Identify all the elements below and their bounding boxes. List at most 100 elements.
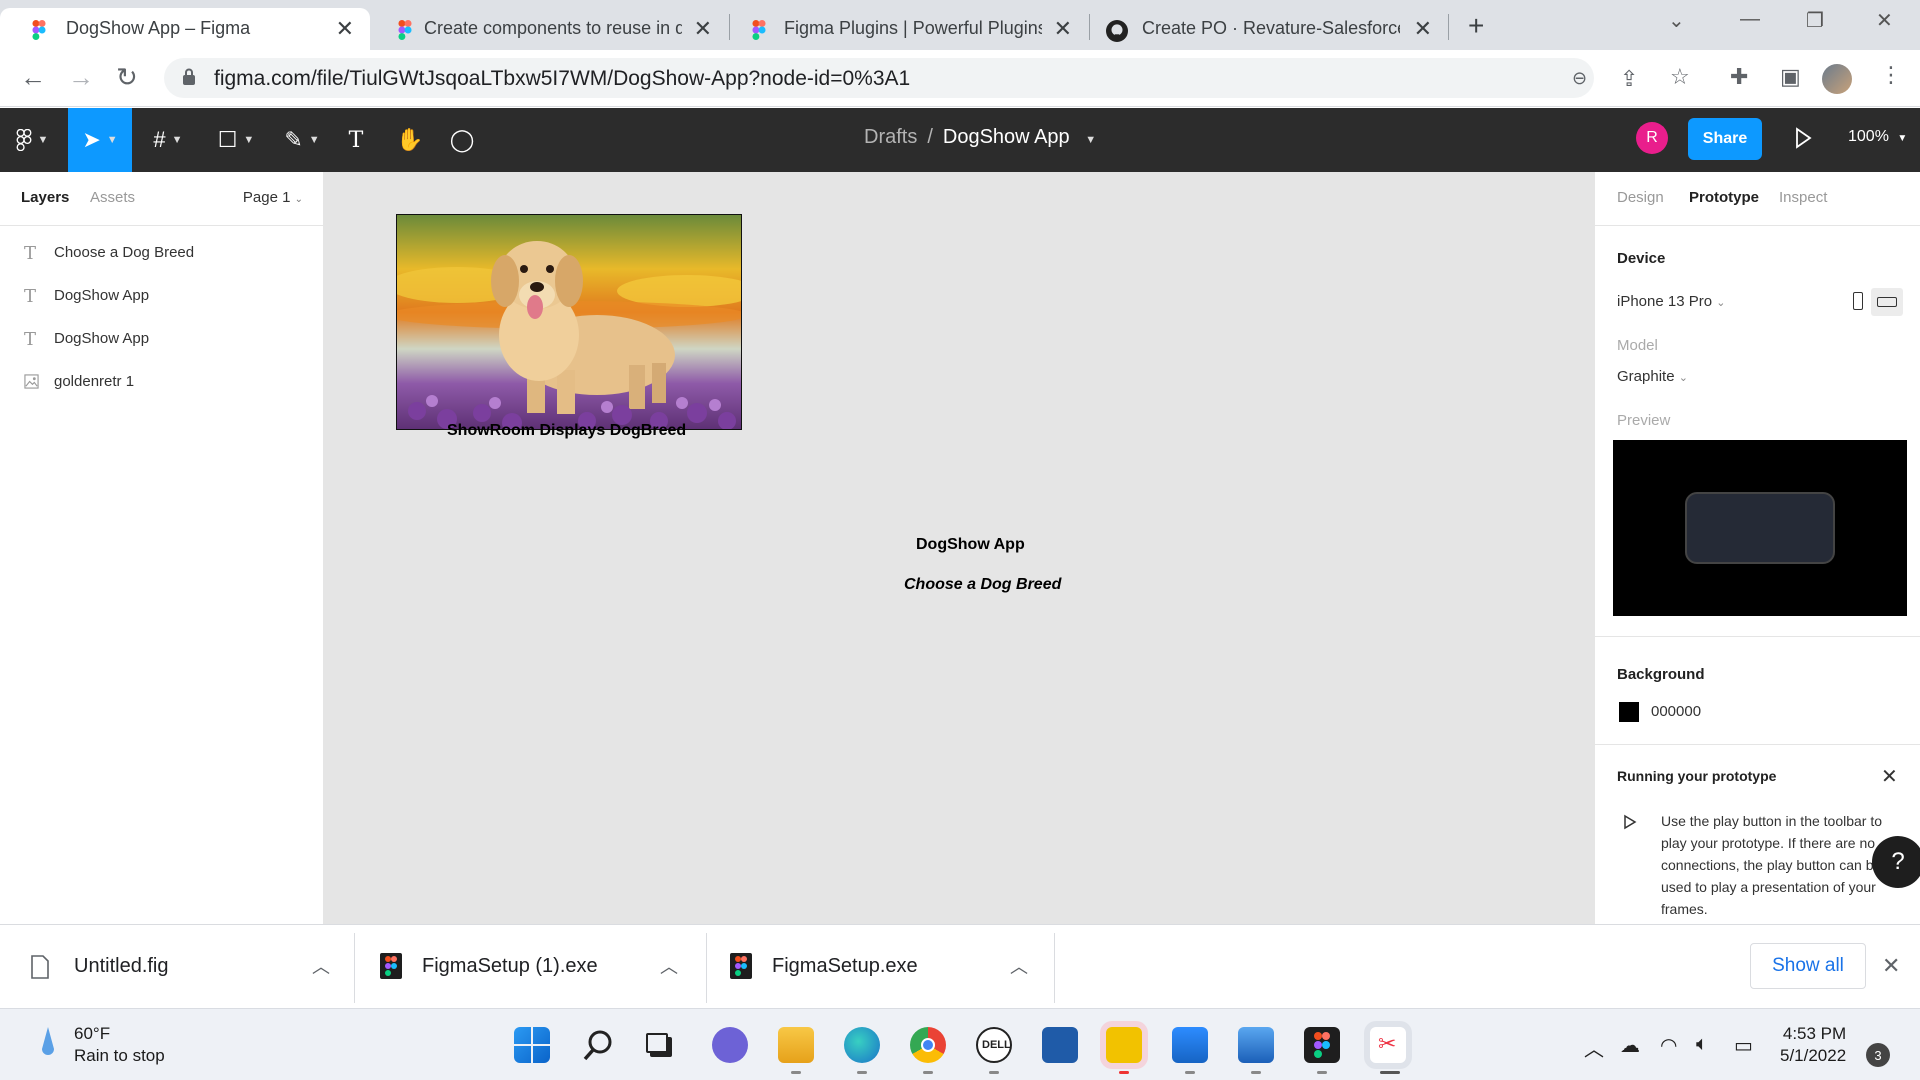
shape-tool-button[interactable]: ☐ ▼ (204, 108, 268, 172)
user-avatar[interactable]: R (1636, 122, 1668, 154)
tab-prototype[interactable]: Prototype (1689, 189, 1759, 206)
text-layer-icon: T (24, 286, 37, 307)
download-item[interactable]: Untitled.fig ︿ (0, 925, 352, 1009)
chevron-down-icon[interactable]: ▼ (1085, 134, 1096, 146)
mail-icon[interactable] (1172, 1027, 1208, 1063)
chevron-up-icon[interactable]: ︿ (1010, 953, 1028, 979)
show-hidden-icons-chevron[interactable]: ︿ (1584, 1033, 1604, 1062)
text-tool-button[interactable]: T (334, 108, 378, 172)
background-color-swatch[interactable] (1619, 702, 1639, 722)
extensions-puzzle-icon[interactable]: ✚ (1730, 64, 1748, 90)
close-downloads-icon[interactable]: ✕ (1882, 953, 1900, 979)
close-tab-icon[interactable]: ✕ (336, 16, 354, 42)
minimize-icon[interactable]: — (1740, 8, 1760, 31)
tab-layers[interactable]: Layers (21, 189, 69, 206)
show-all-button[interactable]: Show all (1750, 943, 1866, 989)
task-view-icon[interactable] (644, 1027, 680, 1063)
onedrive-cloud-icon[interactable]: ☁ (1620, 1033, 1640, 1058)
tab-design[interactable]: Design (1617, 189, 1664, 206)
help-button[interactable]: ? (1872, 836, 1920, 888)
present-play-icon[interactable] (1792, 125, 1814, 151)
search-icon[interactable] (580, 1027, 616, 1063)
photos-icon[interactable] (1238, 1027, 1274, 1063)
browser-tab-github[interactable]: Create PO · Revature-Salesforce- ✕ (1092, 8, 1448, 50)
microsoft-store-icon[interactable] (1042, 1027, 1078, 1063)
restore-icon[interactable]: ❐ (1806, 8, 1824, 33)
chevron-down-icon: ▼ (37, 134, 49, 146)
chevron-up-icon[interactable]: ︿ (312, 953, 330, 979)
golden-retriever-image[interactable] (396, 214, 742, 430)
browser-tab-figma-plugins[interactable]: Figma Plugins | Powerful Plugins ✕ (732, 8, 1088, 50)
close-tab-icon[interactable]: ✕ (1054, 16, 1072, 42)
weather-widget[interactable]: 60°F Rain to stop (74, 1023, 165, 1067)
layer-row[interactable]: T DogShow App (0, 274, 323, 317)
battery-icon[interactable]: ▭ (1734, 1033, 1753, 1058)
windows-start-icon[interactable] (514, 1027, 550, 1063)
background-hex[interactable]: 000000 (1651, 703, 1701, 720)
browser-menu-icon[interactable]: ⋮ (1880, 62, 1902, 88)
landscape-orientation-button[interactable] (1871, 288, 1903, 316)
close-window-icon[interactable]: ✕ (1876, 8, 1893, 33)
side-panel-icon[interactable]: ▣ (1780, 64, 1801, 90)
close-tab-icon[interactable]: ✕ (1414, 16, 1432, 42)
tab-search-chevron-icon[interactable]: ⌄ (1668, 8, 1685, 33)
close-tab-icon[interactable]: ✕ (694, 16, 712, 42)
tab-assets[interactable]: Assets (90, 189, 135, 206)
bookmark-star-icon[interactable]: ☆ (1670, 64, 1690, 90)
download-item[interactable]: FigmaSetup.exe ︿ (708, 925, 1054, 1009)
close-icon[interactable]: ✕ (1881, 764, 1898, 789)
layer-row[interactable]: T Choose a Dog Breed (0, 231, 323, 274)
move-tool-button[interactable]: ➤ ▼ (68, 108, 132, 172)
profile-avatar[interactable] (1822, 64, 1852, 94)
layer-row[interactable]: goldenretr 1 (0, 360, 323, 403)
wifi-icon[interactable]: ◠ (1660, 1033, 1677, 1058)
notification-count-badge[interactable]: 3 (1866, 1043, 1890, 1067)
device-select[interactable]: iPhone 13 Pro ⌄ (1617, 293, 1725, 310)
frame-tool-button[interactable]: # ▼ (136, 108, 200, 172)
omnibox[interactable]: figma.com/file/TiulGWtJsqoaLTbxw5I7WM/Do… (164, 58, 1594, 98)
forward-arrow-icon[interactable]: → (68, 62, 94, 93)
pen-tool-button[interactable]: ✎ ▼ (270, 108, 334, 172)
browser-tab-components[interactable]: Create components to reuse in d ✕ (374, 8, 728, 50)
comment-tool-button[interactable]: ◯ (440, 108, 484, 172)
browser-tab-figma-dogshow[interactable]: DogShow App – Figma ✕ (0, 8, 370, 50)
share-button[interactable]: Share (1688, 118, 1762, 160)
design-canvas[interactable]: ShowRoom Displays DogBreed DogShow App C… (324, 172, 1594, 924)
figma-installer-icon (380, 953, 402, 979)
figma-app-icon[interactable] (1304, 1027, 1340, 1063)
download-item[interactable]: FigmaSetup (1).exe ︿ (356, 925, 706, 1009)
teams-chat-icon[interactable] (712, 1027, 748, 1063)
chrome-browser-icon[interactable] (910, 1027, 946, 1063)
volume-icon[interactable]: 🔈︎ (1696, 1033, 1708, 1056)
tab-title: Figma Plugins | Powerful Plugins (784, 18, 1042, 38)
hand-tool-button[interactable]: ✋ (388, 108, 432, 172)
file-name[interactable]: DogShow App (943, 126, 1070, 148)
dell-icon[interactable]: DELL (976, 1027, 1012, 1063)
reload-icon[interactable]: ↻ (116, 62, 138, 93)
page-selector[interactable]: Page 1 ⌄ (243, 189, 303, 206)
system-clock[interactable]: 4:53 PM 5/1/2022 (1780, 1023, 1846, 1067)
chevron-up-icon[interactable]: ︿ (660, 953, 678, 979)
figma-main-menu-button[interactable]: ▼ (0, 108, 64, 172)
new-tab-plus-icon[interactable]: + (1468, 10, 1484, 42)
canvas-caption[interactable]: ShowRoom Displays DogBreed (447, 422, 686, 440)
zoom-level[interactable]: 100% ▼ (1848, 128, 1907, 146)
file-explorer-icon[interactable] (778, 1027, 814, 1063)
back-arrow-icon[interactable]: ← (20, 62, 46, 93)
snipping-tool-icon[interactable]: ✂ (1370, 1027, 1406, 1063)
breadcrumb-drafts[interactable]: Drafts (864, 126, 917, 148)
page-name: Page 1 (242, 189, 291, 206)
canvas-subtitle[interactable]: Choose a Dog Breed (904, 576, 1061, 594)
canvas-app-title[interactable]: DogShow App (916, 536, 1025, 554)
tab-inspect[interactable]: Inspect (1779, 189, 1827, 206)
norton-security-icon[interactable] (1106, 1027, 1142, 1063)
rain-weather-icon[interactable] (38, 1023, 58, 1063)
zoom-out-icon[interactable]: ⊖ (1572, 68, 1587, 89)
model-select[interactable]: Graphite ⌄ (1617, 368, 1688, 385)
tab-separator (1089, 14, 1090, 40)
layer-row[interactable]: T DogShow App (0, 317, 323, 360)
edge-browser-icon[interactable] (844, 1027, 880, 1063)
share-page-icon[interactable]: ⇪ (1620, 66, 1638, 92)
portrait-orientation-icon[interactable] (1853, 292, 1863, 310)
weather-temp: 60°F (74, 1024, 111, 1043)
